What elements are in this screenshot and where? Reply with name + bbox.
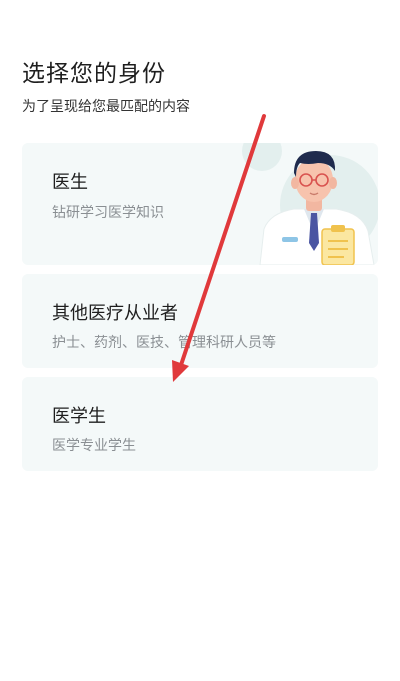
identity-card-description: 医学专业学生: [52, 438, 136, 454]
identity-card-description: 钻研学习医学知识: [52, 205, 164, 221]
identity-card-title: 其他医疗从业者: [52, 303, 178, 324]
identity-card-medical-student[interactable]: 医学生 医学专业学生: [22, 377, 378, 471]
identity-card-title: 医学生: [52, 406, 106, 427]
identity-card-other-medical-staff[interactable]: 其他医疗从业者 护士、药剂、医技、管理科研人员等: [22, 274, 378, 368]
identity-card-title: 医生: [52, 172, 88, 193]
identity-card-doctor[interactable]: 医生 钻研学习医学知识: [22, 143, 378, 265]
doctor-illustration: [242, 143, 378, 265]
page-title: 选择您的身份: [22, 61, 166, 87]
page-subtitle: 为了呈现给您最匹配的内容: [22, 99, 190, 115]
identity-card-description: 护士、药剂、医技、管理科研人员等: [52, 335, 276, 351]
